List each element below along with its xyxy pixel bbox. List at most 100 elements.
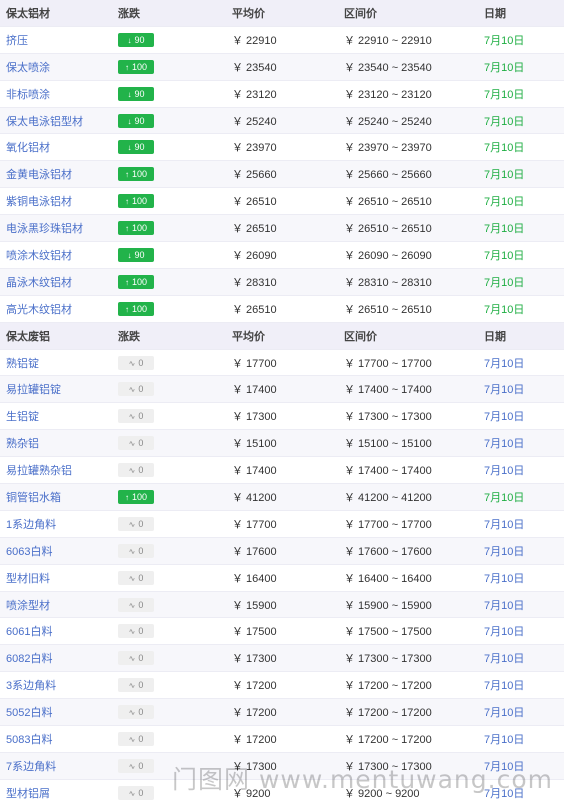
- range-price: ￥ 17300 ~ 17300: [344, 653, 432, 666]
- change-value: 0: [138, 357, 144, 368]
- range-price: ￥ 17700 ~ 17700: [344, 357, 432, 370]
- wave-icon: ∿: [128, 708, 136, 718]
- item-name-link[interactable]: 6082白料: [6, 653, 52, 665]
- range-price: ￥ 17500 ~ 17500: [344, 626, 432, 639]
- change-value: 0: [138, 438, 144, 449]
- item-name-link[interactable]: 型材铝屑: [6, 788, 50, 800]
- range-price: ￥ 26510 ~ 26510: [344, 303, 432, 316]
- arrow-down-icon: ↓: [127, 116, 132, 126]
- avg-price: ￥ 17200: [232, 680, 277, 693]
- date-cell: 7月10日: [484, 680, 525, 693]
- change-value: 90: [134, 115, 145, 126]
- item-name-link[interactable]: 易拉罐熟杂铝: [6, 465, 72, 477]
- item-name-link[interactable]: 喷涂型材: [6, 600, 50, 612]
- avg-price: ￥ 26510: [232, 223, 277, 236]
- change-badge: ∿ 0: [118, 543, 154, 558]
- item-name-link[interactable]: 熟铝锭: [6, 358, 39, 370]
- date-cell: 7月10日: [484, 357, 525, 370]
- item-name-link[interactable]: 5083白料: [6, 734, 52, 746]
- table-row: 非标喷涂 ↓ 90 ￥ 23120 ￥ 23120 ~ 23120 7月10日: [0, 81, 564, 108]
- avg-price: ￥ 17700: [232, 357, 277, 370]
- item-name-link[interactable]: 生铝锭: [6, 411, 39, 423]
- header-change: 涨跌: [118, 330, 140, 343]
- avg-price: ￥ 17600: [232, 545, 277, 558]
- date-cell: 7月10日: [484, 223, 525, 236]
- avg-price: ￥ 26510: [232, 303, 277, 316]
- item-name-link[interactable]: 紫铜电泳铝材: [6, 196, 72, 208]
- avg-price: ￥ 15100: [232, 438, 277, 451]
- item-name-link[interactable]: 型材旧料: [6, 573, 50, 585]
- avg-price: ￥ 25240: [232, 115, 277, 128]
- price-table: 保太铝材 涨跌 平均价 区间价 日期 挤压 ↓ 90 ￥ 22910 ￥ 22910 ~…: [0, 0, 564, 800]
- item-name-link[interactable]: 易拉罐铝锭: [6, 384, 61, 396]
- table-row: 喷涂型材 ∿ 0 ￥ 15900 ￥ 15900 ~ 15900 7月10日: [0, 591, 564, 619]
- item-name-link[interactable]: 1系边角料: [6, 519, 56, 531]
- header-change: 涨跌: [118, 7, 140, 20]
- table-row: 金黄电泳铝材 ↑ 100 ￥ 25660 ￥ 25660 ~ 25660 7月10日: [0, 161, 564, 189]
- table-row: 熟杂铝 ∿ 0 ￥ 15100 ￥ 15100 ~ 15100 7月10日: [0, 430, 564, 458]
- change-value: 100: [131, 303, 148, 314]
- table-row: 5052白料 ∿ 0 ￥ 17200 ￥ 17200 ~ 17200 7月10日: [0, 699, 564, 727]
- range-price: ￥ 26090 ~ 26090: [344, 249, 432, 262]
- arrow-down-icon: ↓: [127, 89, 132, 99]
- wave-icon: ∿: [128, 681, 136, 691]
- date-cell: 7月10日: [484, 88, 525, 101]
- avg-price: ￥ 17400: [232, 384, 277, 397]
- change-value: 0: [138, 465, 144, 476]
- item-name-link[interactable]: 保太喷涂: [6, 62, 50, 74]
- avg-price: ￥ 17300: [232, 411, 277, 424]
- item-name-link[interactable]: 熟杂铝: [6, 438, 39, 450]
- date-cell: 7月10日: [484, 545, 525, 558]
- item-name-link[interactable]: 6061白料: [6, 626, 52, 638]
- wave-icon: ∿: [128, 734, 136, 744]
- table-row: 氧化铝材 ↓ 90 ￥ 23970 ￥ 23970 ~ 23970 7月10日: [0, 134, 564, 162]
- table-row: 易拉罐铝锭 ∿ 0 ￥ 17400 ￥ 17400 ~ 17400 7月10日: [0, 376, 564, 404]
- item-name-link[interactable]: 氧化铝材: [6, 142, 50, 154]
- change-value: 90: [134, 88, 145, 99]
- wave-icon: ∿: [128, 519, 136, 529]
- date-cell: 7月10日: [484, 491, 525, 504]
- item-name-link[interactable]: 铜管铝水箱: [6, 492, 61, 504]
- date-cell: 7月10日: [484, 465, 525, 478]
- change-badge: ∿ 0: [118, 463, 154, 478]
- range-price: ￥ 25660 ~ 25660: [344, 169, 432, 182]
- avg-price: ￥ 16400: [232, 572, 277, 585]
- date-cell: 7月10日: [484, 626, 525, 639]
- change-badge: ↓ 90: [118, 140, 154, 155]
- date-cell: 7月10日: [484, 653, 525, 666]
- arrow-down-icon: ↓: [127, 35, 132, 45]
- range-price: ￥ 15100 ~ 15100: [344, 438, 432, 451]
- item-name-link[interactable]: 非标喷涂: [6, 89, 50, 101]
- range-price: ￥ 17400 ~ 17400: [344, 465, 432, 478]
- item-name-link[interactable]: 6063白料: [6, 546, 52, 558]
- change-value: 0: [138, 626, 144, 637]
- arrow-up-icon: ↑: [124, 277, 129, 287]
- header-category: 保太铝材: [6, 7, 50, 20]
- range-price: ￥ 23970 ~ 23970: [344, 142, 432, 155]
- item-name-link[interactable]: 7系边角料: [6, 761, 56, 773]
- table-row: 高光木纹铝材 ↑ 100 ￥ 26510 ￥ 26510 ~ 26510 7月10日: [0, 296, 564, 323]
- change-badge: ↑ 100: [118, 221, 154, 236]
- item-name-link[interactable]: 电泳黑珍珠铝材: [6, 223, 83, 235]
- date-cell: 7月10日: [484, 115, 525, 128]
- avg-price: ￥ 17500: [232, 626, 277, 639]
- change-value: 0: [138, 572, 144, 583]
- item-name-link[interactable]: 高光木纹铝材: [6, 304, 72, 316]
- header-date: 日期: [484, 330, 506, 343]
- item-name-link[interactable]: 晶泳木纹铝材: [6, 277, 72, 289]
- item-name-link[interactable]: 金黄电泳铝材: [6, 169, 72, 181]
- item-name-link[interactable]: 3系边角料: [6, 680, 56, 692]
- header-range-price: 区间价: [344, 330, 377, 343]
- range-price: ￥ 17600 ~ 17600: [344, 545, 432, 558]
- item-name-link[interactable]: 5052白料: [6, 707, 52, 719]
- item-name-link[interactable]: 挤压: [6, 35, 28, 47]
- item-name-link[interactable]: 保太电泳铝型材: [6, 116, 83, 128]
- avg-price: ￥ 22910: [232, 34, 277, 47]
- item-name-link[interactable]: 喷涂木纹铝材: [6, 250, 72, 262]
- avg-price: ￥ 17700: [232, 518, 277, 531]
- range-price: ￥ 26510 ~ 26510: [344, 223, 432, 236]
- change-value: 0: [138, 787, 144, 798]
- header-avg-price: 平均价: [232, 330, 265, 343]
- arrow-up-icon: ↑: [124, 197, 129, 207]
- date-cell: 7月10日: [484, 411, 525, 424]
